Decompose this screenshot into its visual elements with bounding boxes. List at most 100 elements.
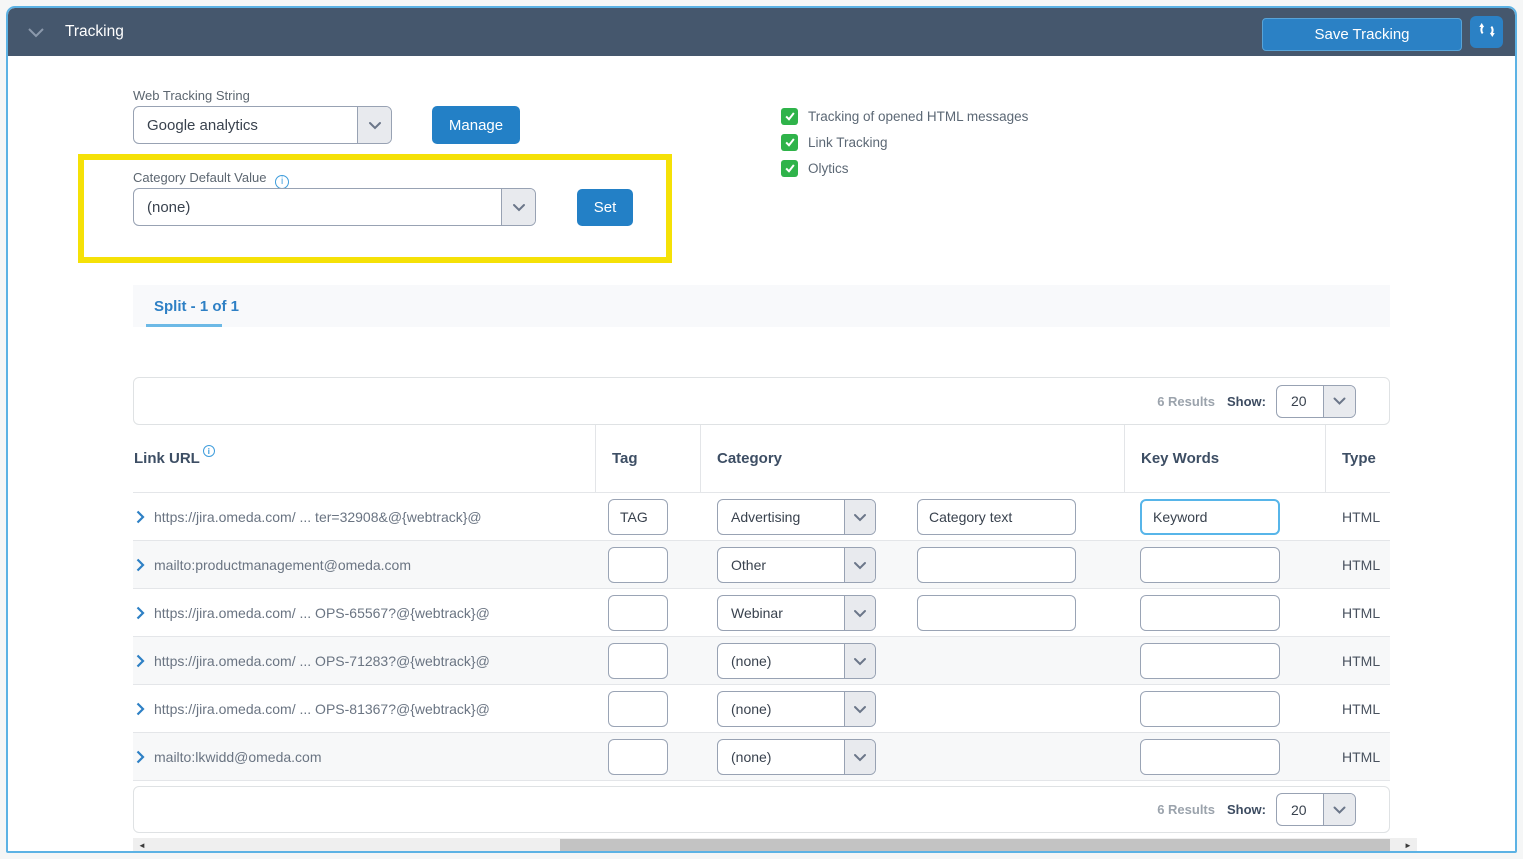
refresh-icon	[1478, 21, 1496, 44]
show-label: Show:	[1227, 394, 1266, 409]
tag-input[interactable]	[608, 499, 668, 535]
show-label: Show:	[1227, 802, 1266, 817]
chevron-right-icon[interactable]	[136, 654, 145, 668]
checkbox-label: Tracking of opened HTML messages	[808, 109, 1028, 124]
refresh-button[interactable]	[1470, 16, 1503, 48]
table-row: https://jira.omeda.com/ ... OPS-71283?@{…	[133, 636, 1390, 684]
keyword-input[interactable]	[1140, 547, 1280, 583]
tab-split[interactable]: Split - 1 of 1	[146, 285, 247, 327]
page-size-select[interactable]: 20	[1276, 793, 1356, 826]
manage-button[interactable]: Manage	[432, 106, 520, 144]
link-url[interactable]: https://jira.omeda.com/ ... OPS-65567?@{…	[154, 605, 490, 621]
results-count: 6 Results	[1157, 802, 1215, 817]
web-tracking-label: Web Tracking String	[133, 88, 250, 103]
header-bar: Tracking Save Tracking	[8, 8, 1515, 56]
type-value: HTML	[1342, 589, 1380, 637]
category-text-input[interactable]	[917, 547, 1076, 583]
category-default-select[interactable]: (none)	[133, 188, 536, 226]
chevron-down-icon[interactable]	[27, 25, 45, 43]
chevron-down-icon	[844, 500, 875, 534]
horizontal-scrollbar[interactable]: ◄ ►	[133, 838, 1417, 853]
checkbox-checked[interactable]	[781, 108, 798, 125]
chevron-right-icon[interactable]	[136, 510, 145, 524]
category-select[interactable]: (none)	[717, 739, 876, 775]
tag-input[interactable]	[608, 595, 668, 631]
tab-active-underline	[146, 324, 222, 327]
tab-strip: Split - 1 of 1	[133, 285, 1390, 327]
set-button[interactable]: Set	[577, 189, 633, 226]
chevron-down-icon	[357, 107, 391, 143]
results-bar-top: 6 Results Show: 20	[133, 377, 1390, 425]
results-count: 6 Results	[1157, 394, 1215, 409]
table-header-row: Link URL i Tag Category Key Words Type	[133, 425, 1390, 492]
type-value: HTML	[1342, 493, 1380, 541]
category-select[interactable]: Other	[717, 547, 876, 583]
tracking-option-row: Link Tracking	[781, 133, 888, 151]
chevron-down-icon	[844, 740, 875, 774]
type-value: HTML	[1342, 541, 1380, 589]
scroll-left-icon[interactable]: ◄	[135, 838, 149, 853]
tracking-option-row: Olytics	[781, 159, 849, 177]
keyword-input[interactable]	[1140, 499, 1280, 535]
category-select[interactable]: Advertising	[717, 499, 876, 535]
scrollbar-thumb[interactable]	[560, 839, 1390, 852]
table-body: https://jira.omeda.com/ ... ter=32908&@{…	[133, 492, 1390, 781]
keyword-input[interactable]	[1140, 739, 1280, 775]
column-header-type: Type	[1342, 425, 1376, 492]
link-url[interactable]: mailto:lkwidd@omeda.com	[154, 749, 322, 765]
scroll-right-icon[interactable]: ►	[1401, 838, 1415, 853]
table-row: https://jira.omeda.com/ ... OPS-65567?@{…	[133, 588, 1390, 636]
link-url-cell: https://jira.omeda.com/ ... OPS-65567?@{…	[136, 589, 490, 637]
link-url-cell: https://jira.omeda.com/ ... ter=32908&@{…	[136, 493, 482, 541]
tag-input[interactable]	[608, 691, 668, 727]
keyword-input[interactable]	[1140, 643, 1280, 679]
checkbox-checked[interactable]	[781, 160, 798, 177]
link-url[interactable]: https://jira.omeda.com/ ... OPS-81367?@{…	[154, 701, 490, 717]
info-icon[interactable]: i	[203, 445, 215, 457]
table-row: mailto:productmanagement@omeda.com Other…	[133, 540, 1390, 588]
save-tracking-button[interactable]: Save Tracking	[1262, 18, 1462, 51]
chevron-down-icon	[844, 548, 875, 582]
chevron-right-icon[interactable]	[136, 558, 145, 572]
link-url[interactable]: https://jira.omeda.com/ ... OPS-71283?@{…	[154, 653, 490, 669]
column-header-key-words: Key Words	[1141, 425, 1219, 492]
table-row: https://jira.omeda.com/ ... OPS-81367?@{…	[133, 684, 1390, 732]
category-text-input[interactable]	[917, 595, 1076, 631]
keyword-input[interactable]	[1140, 595, 1280, 631]
tag-input[interactable]	[608, 547, 668, 583]
chevron-down-icon	[844, 692, 875, 726]
column-header-tag: Tag	[612, 425, 638, 492]
page-size-select[interactable]: 20	[1276, 385, 1356, 418]
link-url-cell: https://jira.omeda.com/ ... OPS-81367?@{…	[136, 685, 490, 733]
tag-input[interactable]	[608, 643, 668, 679]
checkbox-checked[interactable]	[781, 134, 798, 151]
link-url[interactable]: mailto:productmanagement@omeda.com	[154, 557, 411, 573]
results-bar-bottom: 6 Results Show: 20	[133, 786, 1390, 833]
checkbox-label: Olytics	[808, 161, 849, 176]
info-icon[interactable]: i	[275, 175, 289, 189]
type-value: HTML	[1342, 685, 1380, 733]
chevron-down-icon	[844, 596, 875, 630]
keyword-input[interactable]	[1140, 691, 1280, 727]
category-select[interactable]: (none)	[717, 643, 876, 679]
category-select[interactable]: (none)	[717, 691, 876, 727]
tracking-panel: Tracking Save Tracking Web Tracking Stri…	[6, 6, 1517, 853]
type-value: HTML	[1342, 637, 1380, 685]
chevron-down-icon	[1323, 794, 1355, 825]
category-select[interactable]: Webinar	[717, 595, 876, 631]
link-url[interactable]: https://jira.omeda.com/ ... ter=32908&@{…	[154, 509, 482, 525]
web-tracking-select[interactable]: Google analytics	[133, 106, 392, 144]
link-table: Link URL i Tag Category Key Words Type h…	[133, 425, 1390, 780]
chevron-right-icon[interactable]	[136, 702, 145, 716]
link-url-cell: https://jira.omeda.com/ ... OPS-71283?@{…	[136, 637, 490, 685]
tag-input[interactable]	[608, 739, 668, 775]
category-text-input[interactable]	[917, 499, 1076, 535]
type-value: HTML	[1342, 733, 1380, 781]
page-title: Tracking	[65, 8, 124, 56]
table-row: mailto:lkwidd@omeda.com (none) HTML	[133, 732, 1390, 780]
chevron-right-icon[interactable]	[136, 750, 145, 764]
tracking-option-row: Tracking of opened HTML messages	[781, 107, 1028, 125]
table-row: https://jira.omeda.com/ ... ter=32908&@{…	[133, 492, 1390, 540]
chevron-right-icon[interactable]	[136, 606, 145, 620]
category-default-label: Category Default Value i	[133, 170, 289, 189]
